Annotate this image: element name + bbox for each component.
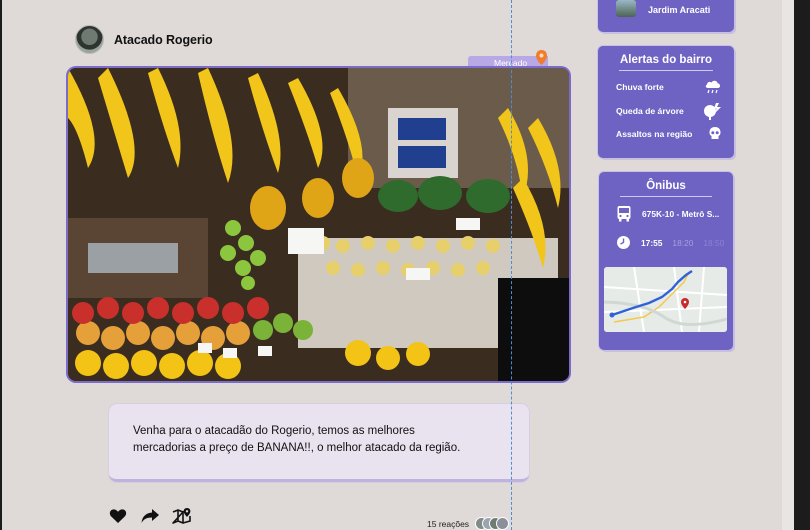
alert-item-robbery[interactable]: Assaltos na região — [616, 126, 722, 141]
neighborhood-card[interactable]: Jardim Aracati — [598, 0, 734, 32]
market-photo-illustration — [68, 68, 569, 381]
store-avatar[interactable] — [75, 25, 104, 54]
caption-line-2: mercadorias a preço de BANANA!!, o melho… — [133, 441, 461, 454]
bus-line-name: 675K-10 - Metrô S... — [642, 208, 720, 219]
alert-label: Assaltos na região — [616, 128, 693, 139]
window-right-margin — [782, 0, 794, 530]
alert-label: Chuva forte — [616, 81, 664, 92]
skull-icon — [709, 127, 721, 139]
map-location-button[interactable] — [172, 506, 192, 526]
neighborhood-name: Jardim Aracati — [648, 5, 711, 15]
route-map[interactable] — [604, 267, 727, 332]
bus-times-row[interactable]: 17:55 18:20 18:50 — [616, 235, 724, 250]
reactions-summary[interactable]: 15 reações — [427, 517, 510, 530]
bus-time-latest: 18:50 — [703, 237, 725, 248]
post-photo[interactable] — [68, 68, 569, 381]
alert-item-tree[interactable]: Queda de árvore — [616, 102, 722, 120]
alert-label: Queda de árvore — [616, 106, 684, 116]
post-author-name[interactable]: Atacado Rogerio — [114, 33, 213, 47]
alert-item-rain[interactable]: Chuva forte — [616, 79, 722, 94]
bus-card[interactable]: Ônibus 675K-10 - Metrô S... 17:55 18:20 … — [599, 172, 733, 350]
bus-divider — [620, 196, 712, 197]
reactor-avatar — [496, 517, 510, 530]
window-right-edge — [794, 0, 810, 530]
alerts-card[interactable]: Alertas do bairro Chuva forte Queda de á… — [598, 46, 734, 158]
like-button[interactable] — [108, 506, 128, 526]
falling-tree-icon — [704, 103, 721, 120]
post-actions — [108, 506, 192, 526]
caption-line-1: Venha para o atacadão do Rogerio, temos … — [133, 425, 415, 437]
neighborhood-thumbnail — [616, 0, 636, 17]
post-header[interactable]: Atacado Rogerio — [75, 25, 213, 54]
clock-icon — [617, 236, 630, 249]
bus-time-next: 17:55 — [641, 237, 663, 248]
window-left-edge — [0, 0, 2, 530]
bus-icon — [617, 206, 631, 222]
share-button[interactable] — [140, 506, 160, 526]
location-pin-icon — [536, 50, 547, 65]
bus-line-row[interactable]: 675K-10 - Metrô S... — [616, 205, 719, 222]
alerts-title: Alertas do bairro — [619, 54, 713, 66]
bus-time-later: 18:20 — [672, 237, 694, 248]
alerts-divider — [619, 70, 713, 71]
heart-icon — [109, 509, 127, 523]
reactions-count[interactable]: 15 reações — [427, 519, 469, 529]
map-pin-icon — [172, 508, 191, 524]
rain-cloud-icon — [705, 80, 721, 94]
post-caption: Venha para o atacadão do Rogerio, temos … — [109, 404, 529, 482]
share-arrow-icon — [141, 509, 159, 523]
route-map-illustration — [604, 267, 727, 332]
layout-guide-line — [511, 0, 512, 530]
bus-title: Ônibus — [646, 180, 686, 192]
